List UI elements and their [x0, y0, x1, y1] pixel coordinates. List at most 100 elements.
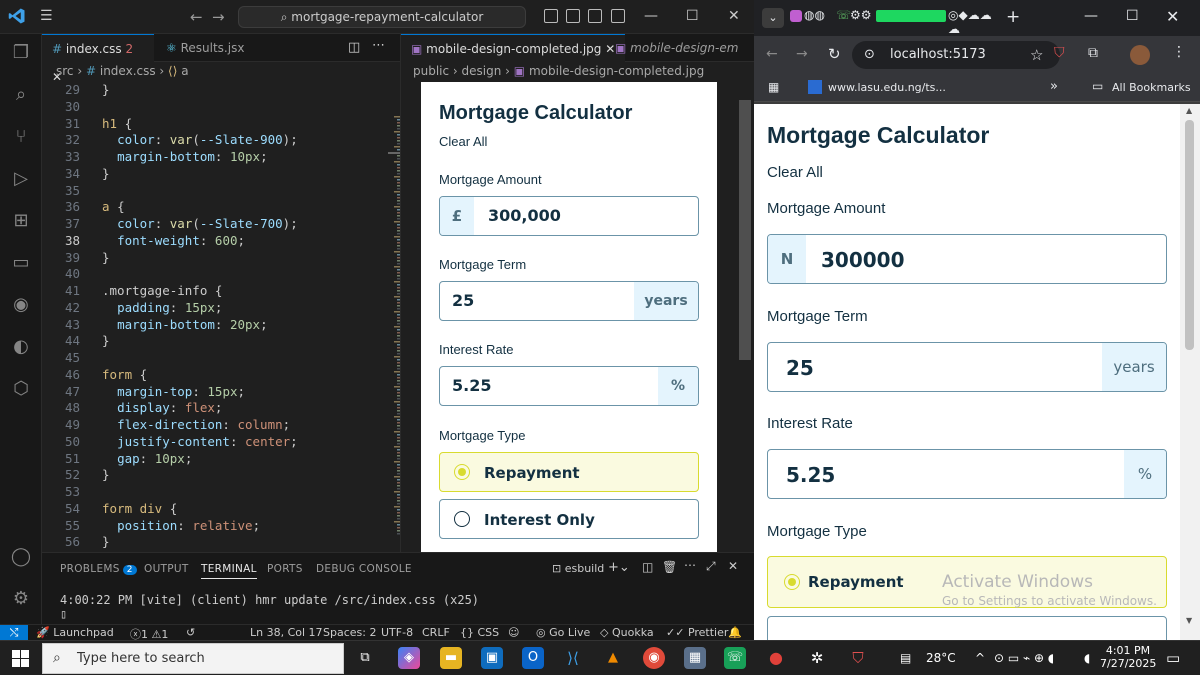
scroll-down-icon[interactable]: ▼ [1186, 616, 1192, 625]
star-icon[interactable]: ☆ [1030, 41, 1043, 69]
launchpad-item[interactable]: 🚀 Launchpad [36, 626, 114, 639]
minimize-icon[interactable]: — [644, 8, 658, 24]
address-bar[interactable]: ⊙ localhost:5173 ☆ [852, 41, 1060, 69]
copilot-icon[interactable]: ☺ [508, 626, 519, 639]
search-icon[interactable]: ⌕ [10, 84, 32, 106]
maximize-panel-icon[interactable]: ⤢ [706, 559, 716, 574]
breadcrumb-image[interactable]: mobile-design-completed.jpg [529, 64, 704, 78]
code-line[interactable]: 36 a { [42, 199, 400, 216]
code-line[interactable]: 34} [42, 166, 400, 183]
extensions-icon[interactable]: ⊞ [10, 210, 32, 232]
menu-icon[interactable]: ☰ [40, 9, 56, 23]
command-center-search[interactable]: ⌕ mortgage-repayment-calculator [238, 6, 526, 28]
toggle-sidebar-icon[interactable] [566, 9, 580, 23]
outlook-icon[interactable]: O [522, 647, 544, 669]
split-editor-icon[interactable]: ◫ [348, 40, 360, 55]
profile-avatar[interactable] [1130, 45, 1150, 65]
pinned-tabs[interactable]: ◍◍ ☏ ⚙⚙ ◎◆☁☁☁ [790, 8, 1000, 36]
bookmark-lasu[interactable]: www.lasu.edu.ng/ts... [828, 81, 946, 94]
folder-icon[interactable]: ▭ [10, 252, 32, 274]
panel-tab-output[interactable]: OUTPUT [144, 563, 189, 575]
forward-arrow-icon[interactable]: → [212, 8, 225, 26]
source-control-icon[interactable]: ⑂ [10, 126, 32, 148]
close-panel-icon[interactable]: ✕ [728, 559, 738, 573]
vlc-icon[interactable]: ▲ [602, 647, 624, 669]
code-line[interactable]: 48 display: flex; [42, 400, 400, 417]
cube-icon[interactable]: ⬡ [10, 378, 32, 400]
chrome-taskbar-icon[interactable]: ◉ [643, 647, 665, 669]
breadcrumb-public[interactable]: public [413, 64, 449, 78]
code-line[interactable]: 41 .mortgage-info { [42, 283, 400, 300]
breadcrumb-file[interactable]: index.css [100, 64, 156, 78]
go-live-button[interactable]: ◎ Go Live [536, 626, 590, 639]
interest-rate-input[interactable]: 5.25 % [767, 449, 1167, 499]
code-line[interactable]: 38 font-weight: 600; [42, 233, 400, 250]
reload-icon[interactable]: ↻ [828, 45, 841, 63]
run-debug-icon[interactable]: ▷ [10, 168, 32, 190]
code-line[interactable]: 55 position: relative; [42, 518, 400, 535]
image-scrollbar[interactable] [739, 100, 751, 360]
code-line[interactable]: 45 [42, 350, 400, 367]
extensions-icon[interactable]: ⧉ [1088, 45, 1098, 61]
code-line[interactable]: 52} [42, 467, 400, 484]
panel-tab-debug-console[interactable]: DEBUG CONSOLE [316, 563, 412, 575]
terminal-selector[interactable]: ⊡ esbuild [552, 562, 604, 575]
code-line[interactable]: 37 color: var(--Slate-700); [42, 216, 400, 233]
back-arrow-icon[interactable]: ← [766, 46, 778, 62]
remote-icon[interactable]: ⤭ [0, 625, 28, 640]
tray-icons[interactable]: ⊙ ▭ ⌁ ⊕ ◖ [994, 651, 1054, 665]
close-icon[interactable]: ✕ [728, 8, 740, 24]
code-lines[interactable]: 29} 30 31 h1 {32 color: var(--Slate-900); 33… [42, 82, 400, 551]
back-arrow-icon[interactable]: ← [190, 8, 203, 26]
minimize-icon[interactable]: — [1084, 8, 1098, 24]
code-line[interactable]: 46 form { [42, 367, 400, 384]
brave-icon[interactable]: ⛉ [847, 647, 869, 669]
tab-search-icon[interactable]: ⌄ [762, 8, 784, 28]
maximize-icon[interactable]: ☐ [686, 8, 699, 24]
panel-tab-ports[interactable]: PORTS [267, 563, 303, 575]
mortgage-amount-input[interactable]: N 300000 [767, 234, 1167, 284]
code-line[interactable]: 29} [42, 82, 400, 99]
bell-icon[interactable]: 🔔 [728, 626, 742, 639]
vscode-taskbar-icon[interactable]: ⟩⟨ [562, 647, 584, 669]
scrollbar-thumb[interactable] [1185, 120, 1194, 350]
whatsapp-icon[interactable]: ☏ [724, 647, 746, 669]
panel-tab-problems[interactable]: PROBLEMS 2 [60, 563, 137, 575]
task-view-icon[interactable]: ⧉ [354, 647, 376, 669]
history-icon[interactable]: ↺ [186, 626, 195, 639]
account-icon[interactable]: ◯ [10, 546, 32, 568]
breadcrumb-src[interactable]: src [56, 64, 74, 78]
site-info-icon[interactable]: ⊙ [864, 41, 875, 69]
file-explorer-icon[interactable]: ▬ [440, 647, 462, 669]
quokka-item[interactable]: ◇ Quokka [600, 626, 654, 639]
github-icon[interactable]: ◉ [10, 294, 32, 316]
edge-icon[interactable]: ◐ [10, 336, 32, 358]
panel-tab-terminal[interactable]: TERMINAL [201, 563, 257, 579]
apps-grid-icon[interactable]: ▦ [768, 80, 779, 94]
new-terminal-icon[interactable]: +⌄ [608, 560, 630, 575]
terminal-output[interactable]: 4:00:22 PM [vite] (client) hmr update /s… [60, 593, 479, 621]
problems-status[interactable]: ⓧ1 ⚠1 [130, 626, 168, 640]
calculator-icon[interactable]: ▦ [684, 647, 706, 669]
code-line[interactable]: 33 margin-bottom: 10px; [42, 149, 400, 166]
tab-mobile-design-completed[interactable]: ▣ mobile-design-completed.jpg ✕ [401, 34, 626, 62]
prettier-item[interactable]: ✓✓ Prettier [666, 626, 728, 639]
code-line[interactable]: 47 margin-top: 15px; [42, 384, 400, 401]
store-icon[interactable]: ▣ [481, 647, 503, 669]
tab-mobile-design-empty[interactable]: ▣ mobile-design-em [605, 34, 748, 62]
weather-temp[interactable]: 28°C [926, 651, 956, 665]
code-line[interactable]: 50 justify-content: center; [42, 434, 400, 451]
windows-start-icon[interactable] [12, 650, 29, 667]
code-line[interactable]: 32 color: var(--Slate-900); [42, 132, 400, 149]
new-tab-icon[interactable]: + [1006, 7, 1020, 27]
scroll-up-icon[interactable]: ▲ [1186, 106, 1192, 115]
taskbar-search-box[interactable]: ⌕ Type here to search [42, 643, 344, 674]
code-line[interactable]: 30 [42, 99, 400, 116]
code-line[interactable]: 35 [42, 183, 400, 200]
gear-icon[interactable]: ⚙ [10, 588, 32, 610]
code-line[interactable]: 43 margin-bottom: 20px; [42, 317, 400, 334]
more-actions-icon[interactable]: ⋯ [372, 38, 385, 53]
more-actions-icon[interactable]: ⋯ [684, 558, 696, 572]
language-mode[interactable]: {} CSS [460, 626, 499, 639]
notification-icon[interactable]: ▭ [1166, 649, 1180, 667]
